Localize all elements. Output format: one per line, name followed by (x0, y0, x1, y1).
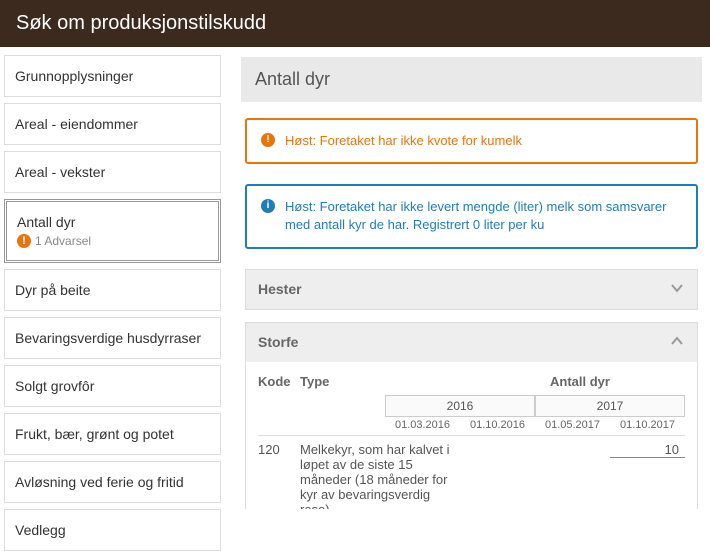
sidebar-warning: ! 1 Advarsel (17, 234, 208, 248)
panel-title: Storfe (258, 334, 298, 350)
panel-storfe-header[interactable]: Storfe (246, 323, 697, 362)
sidebar-item-label: Solgt grovfôr (15, 378, 94, 394)
panel-title: Hester (258, 281, 302, 297)
warning-icon: ! (17, 234, 31, 248)
sidebar-item-label: Avløsning ved ferie og fritid (15, 474, 184, 490)
main-content: Antall dyr ! Høst: Foretaket har ikke kv… (225, 47, 710, 509)
table-row: 120 Melkekyr, som har kalvet i løpet av … (258, 442, 685, 509)
app-title: Søk om produksjonstilskudd (16, 12, 266, 34)
chevron-down-icon (669, 280, 685, 299)
sidebar-warning-text: 1 Advarsel (35, 234, 91, 248)
date-cell: 01.03.2016 (385, 419, 460, 431)
table-header-row: Kode Type Antall dyr (258, 374, 685, 395)
panel-hester: Hester (245, 269, 698, 310)
sidebar: Grunnopplysninger Areal - eiendommer Are… (0, 47, 225, 509)
sidebar-item-label: Areal - vekster (15, 164, 105, 180)
col-kode: Kode (258, 374, 300, 389)
app-header: Søk om produksjonstilskudd (0, 0, 710, 47)
sidebar-item-label: Grunnopplysninger (15, 68, 133, 84)
date-cell: 01.10.2017 (610, 419, 685, 431)
chevron-up-icon (669, 333, 685, 352)
sidebar-item-antall-dyr[interactable]: Antall dyr ! 1 Advarsel (4, 199, 221, 263)
sidebar-item-dyr-paa-beite[interactable]: Dyr på beite (4, 269, 221, 311)
cell-value[interactable]: 10 (610, 442, 685, 458)
col-type: Type (300, 374, 475, 389)
date-row: 01.03.2016 01.10.2016 01.05.2017 01.10.2… (258, 419, 685, 436)
page-title: Antall dyr (241, 57, 702, 102)
sidebar-item-avlosning[interactable]: Avløsning ved ferie og fritid (4, 461, 221, 503)
sidebar-item-label: Bevaringsverdige husdyrraser (15, 330, 201, 346)
value-cells: 10 (460, 442, 685, 509)
sidebar-item-frukt-baer[interactable]: Frukt, bær, grønt og potet (4, 413, 221, 455)
panel-storfe: Storfe Kode Type Antall dyr 2016 2017 01… (245, 322, 698, 509)
year-cell: 2016 (385, 395, 535, 417)
date-cell: 01.05.2017 (535, 419, 610, 431)
alert-text: Høst: Foretaket har ikke kvote for kumel… (285, 132, 522, 150)
sidebar-item-solgt-grovfor[interactable]: Solgt grovfôr (4, 365, 221, 407)
cell-type: Melkekyr, som har kalvet i løpet av de s… (300, 442, 460, 509)
alert-info-icon: i (261, 199, 275, 213)
sidebar-item-vedlegg[interactable]: Vedlegg (4, 509, 221, 551)
sidebar-item-label: Dyr på beite (15, 282, 90, 298)
sidebar-item-label: Frukt, bær, grønt og potet (15, 426, 174, 442)
panel-hester-header[interactable]: Hester (246, 270, 697, 309)
layout: Grunnopplysninger Areal - eiendommer Are… (0, 47, 710, 509)
col-antall: Antall dyr (475, 374, 685, 389)
alert-info: i Høst: Foretaket har ikke levert mengde… (245, 184, 698, 248)
cell-kode: 120 (258, 442, 300, 509)
sidebar-item-areal-vekster[interactable]: Areal - vekster (4, 151, 221, 193)
sidebar-item-label: Areal - eiendommer (15, 116, 138, 132)
alert-text: Høst: Foretaket har ikke levert mengde (… (285, 198, 682, 234)
year-row: 2016 2017 (258, 395, 685, 417)
year-cell: 2017 (535, 395, 685, 417)
sidebar-item-areal-eiendommer[interactable]: Areal - eiendommer (4, 103, 221, 145)
alert-warning-icon: ! (261, 133, 275, 147)
sidebar-item-grunnopplysninger[interactable]: Grunnopplysninger (4, 55, 221, 97)
panel-storfe-body: Kode Type Antall dyr 2016 2017 01.03.201… (246, 362, 697, 509)
alert-warning: ! Høst: Foretaket har ikke kvote for kum… (245, 118, 698, 164)
sidebar-item-label: Vedlegg (15, 522, 66, 538)
date-cell: 01.10.2016 (460, 419, 535, 431)
sidebar-item-label: Antall dyr (17, 214, 75, 230)
sidebar-item-bevaringsverdige[interactable]: Bevaringsverdige husdyrraser (4, 317, 221, 359)
